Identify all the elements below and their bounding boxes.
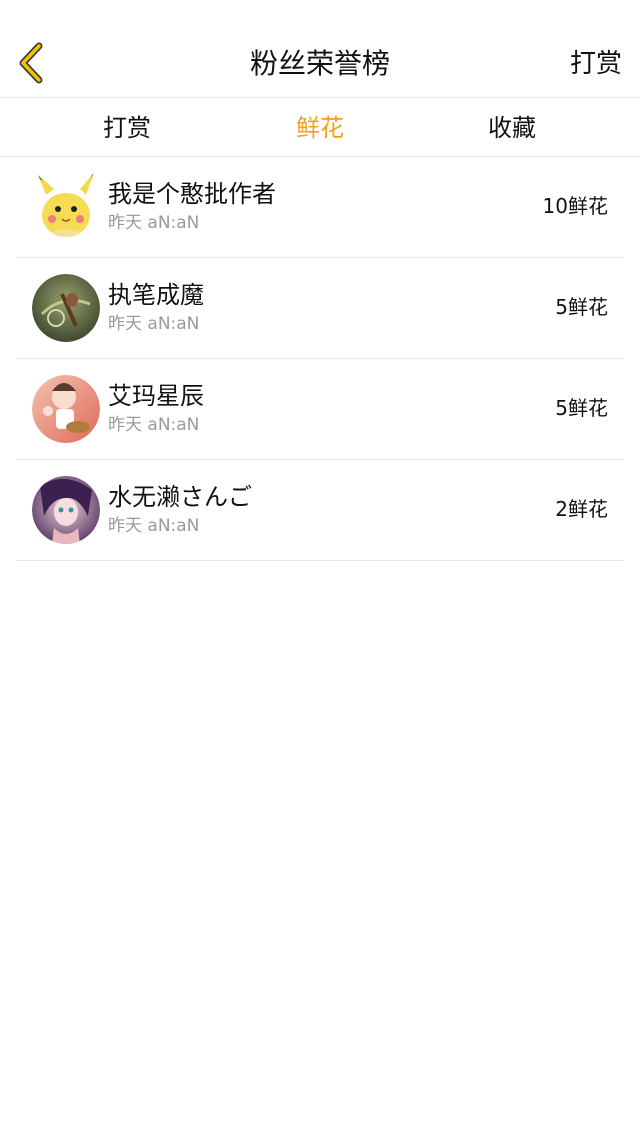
fan-time: 昨天 aN:aN <box>108 516 200 536</box>
tab-favorites[interactable]: 收藏 <box>432 99 592 157</box>
tab-flowers[interactable]: 鲜花 <box>240 99 400 157</box>
fan-name: 艾玛星辰 <box>108 382 204 410</box>
flower-count: 5鲜花 <box>555 295 608 319</box>
list-item[interactable]: 水无濑さんご 昨天 aN:aN 2鲜花 <box>16 460 624 561</box>
fan-time: 昨天 aN:aN <box>108 213 200 233</box>
reward-button[interactable]: 打赏 <box>570 44 622 84</box>
fan-name: 水无濑さんご <box>108 483 252 511</box>
avatar <box>32 375 100 443</box>
list-item[interactable]: 艾玛星辰 昨天 aN:aN 5鲜花 <box>16 359 624 460</box>
tab-reward[interactable]: 打赏 <box>47 99 207 157</box>
flower-count: 5鲜花 <box>555 396 608 420</box>
avatar <box>32 274 100 342</box>
warrior-avatar-icon <box>32 274 100 342</box>
list-item[interactable]: 执笔成魔 昨天 aN:aN 5鲜花 <box>16 258 624 359</box>
tab-bar: 打赏 鲜花 收藏 <box>0 99 640 157</box>
fan-time: 昨天 aN:aN <box>108 314 200 334</box>
fan-time: 昨天 aN:aN <box>108 415 200 435</box>
fan-name: 我是个憨批作者 <box>108 180 276 208</box>
nav-header: 粉丝荣誉榜 打赏 <box>0 0 640 98</box>
app-screen: 粉丝荣誉榜 打赏 打赏 鲜花 收藏 我是个憨批作者 昨天 aN:aN 10鲜花 … <box>0 0 640 1138</box>
avatar <box>32 476 100 544</box>
anime-girl-hat-avatar-icon <box>32 375 100 443</box>
list-item[interactable]: 我是个憨批作者 昨天 aN:aN 10鲜花 <box>16 157 624 258</box>
pikachu-avatar-icon <box>38 173 94 237</box>
fan-name: 执笔成魔 <box>108 281 204 309</box>
flower-count: 2鲜花 <box>555 497 608 521</box>
fan-list: 我是个憨批作者 昨天 aN:aN 10鲜花 执笔成魔 昨天 aN:aN 5鲜花 … <box>0 157 640 561</box>
page-title: 粉丝荣誉榜 <box>249 47 390 80</box>
avatar <box>32 173 100 241</box>
anime-girl-purple-avatar-icon <box>32 476 100 544</box>
flower-count: 10鲜花 <box>542 194 608 218</box>
